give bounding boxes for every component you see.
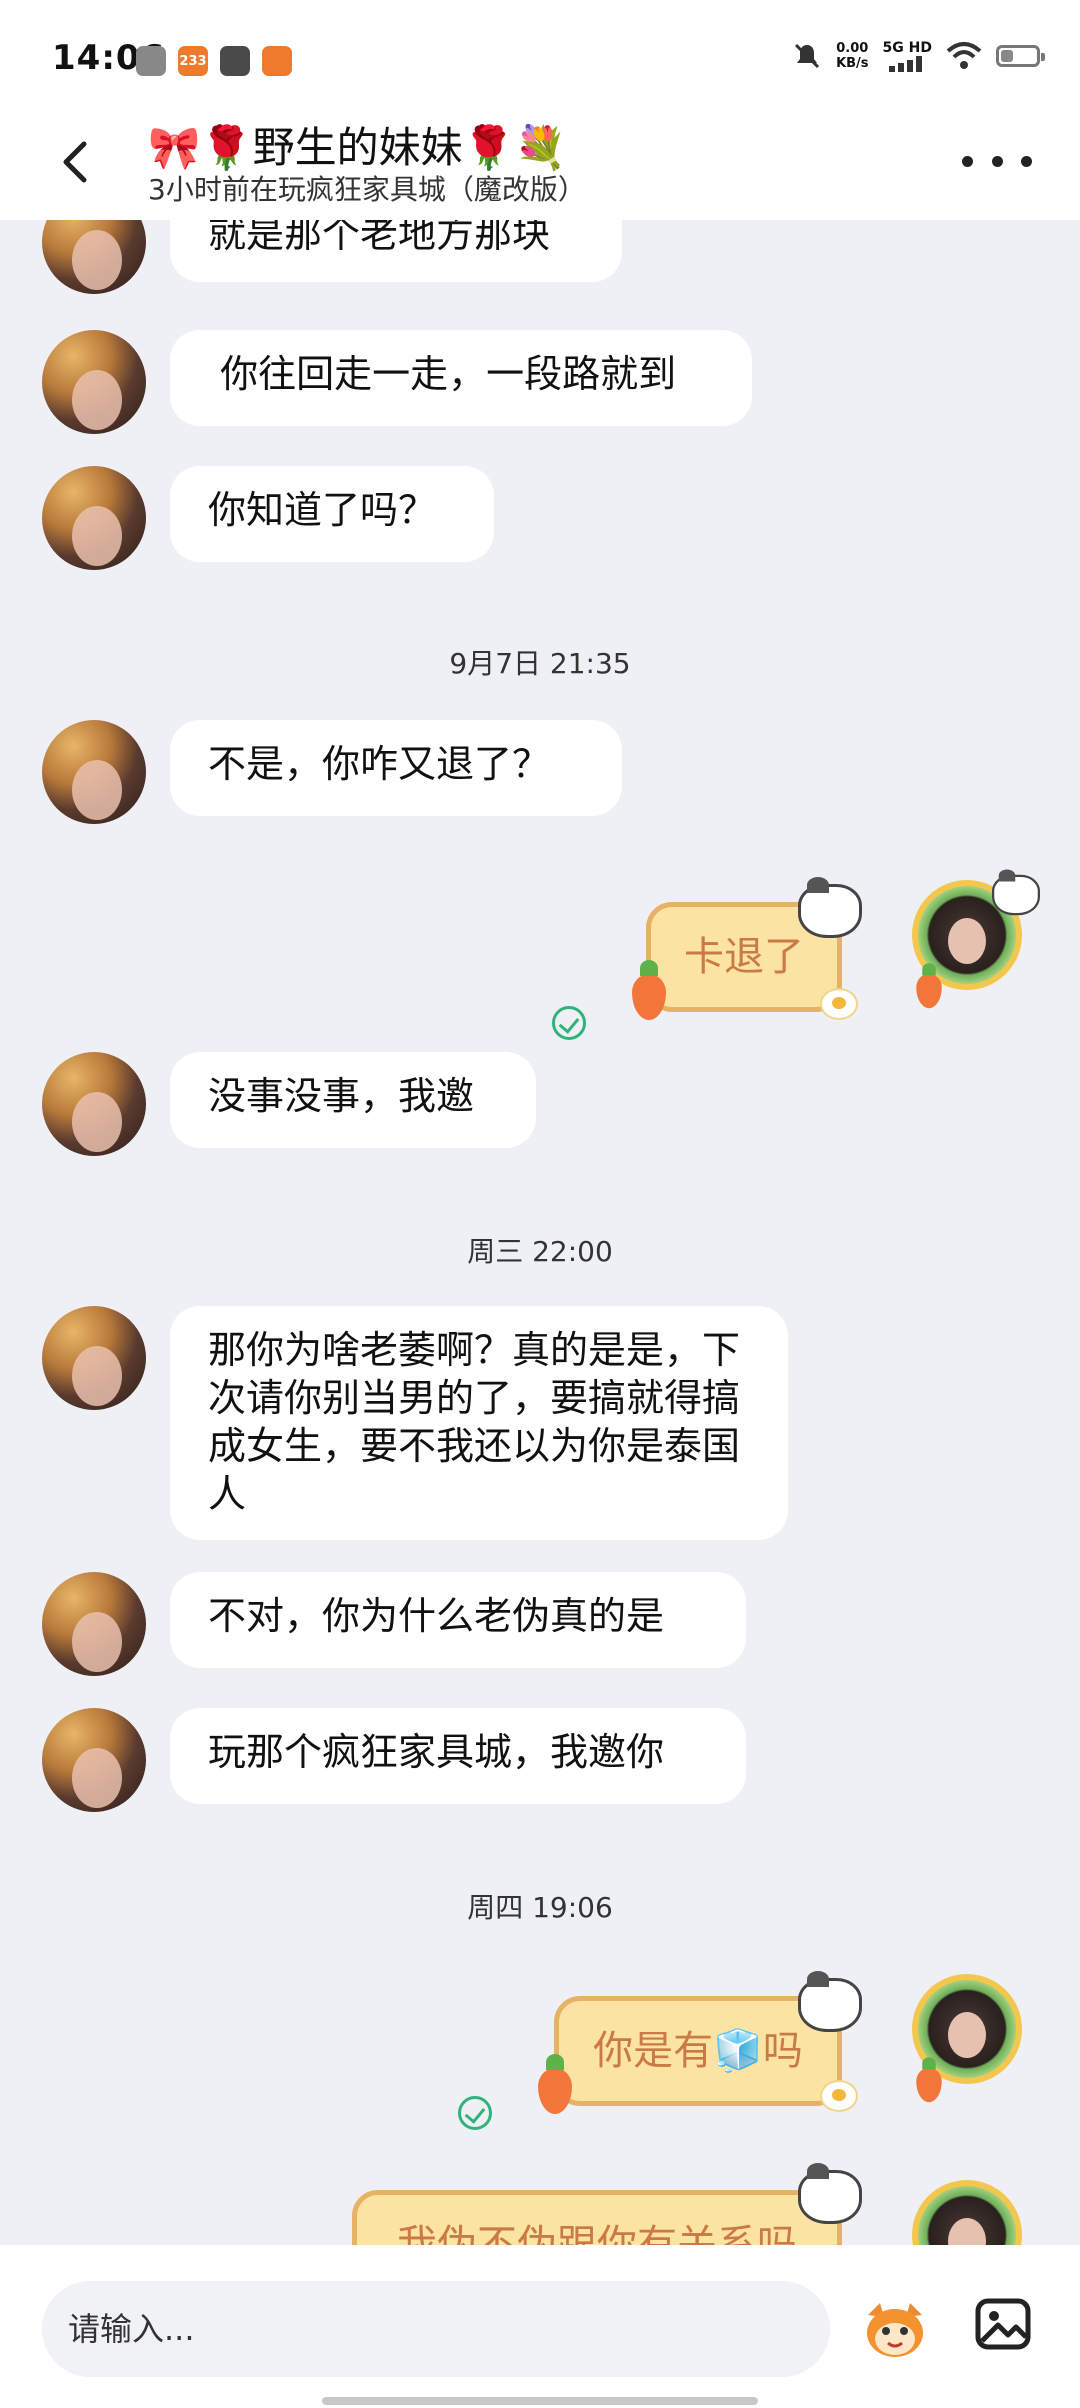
timestamp-label: 周三 22:00 [467,1235,613,1268]
carrot-icon [916,2057,942,2103]
chevron-left-icon[interactable] [48,132,108,192]
cat-sticker-icon [992,869,1040,916]
contact-avatar[interactable] [42,330,146,434]
contact-status: 3小时前在玩疯狂家具城（魔改版） [148,173,586,206]
timestamp-label: 周四 19:06 [467,1891,613,1924]
battery-cap [1041,53,1045,61]
contact-avatar[interactable] [42,220,146,294]
cat-sticker-icon [798,877,862,938]
contact-avatar[interactable] [42,1572,146,1676]
fried-egg-icon [820,2080,858,2112]
network-type: 5G HD [882,40,932,56]
read-receipt-icon [552,1006,586,1040]
app-meme-icon [262,46,292,76]
contact-avatar[interactable] [42,1306,146,1410]
cat-sticker-icon [798,2163,862,2224]
message-bubble[interactable]: 你知道了吗？ [170,466,494,562]
app-233-icon: 233 [178,46,208,76]
emoji-face-icon[interactable] [862,2295,928,2359]
read-receipt-icon [458,2096,492,2130]
message-bubble[interactable]: 不对，你为什么老伪真的是 [170,1572,746,1668]
status-bar: 14:06 233 0.00 KB/s 5G HD [0,0,1080,110]
my-avatar[interactable] [912,2180,1022,2245]
signal-icon [889,56,923,72]
app-a-icon [136,46,166,76]
message-bubble-outgoing[interactable]: 我伪不伪跟你有关系吗 [352,2190,842,2245]
status-right: 0.00 KB/s 5G HD [792,40,1045,72]
dot [962,155,973,167]
mute-icon [795,43,820,69]
carrot-icon [538,2054,572,2114]
input-bar: 请输入... [0,2245,1080,2408]
message-bubble[interactable]: 玩那个疯狂家具城，我邀你 [170,1708,746,1804]
chat-message-list[interactable]: 就是那个老地方那块 你往回走一走，一段路就到 你知道了吗？ 9月7日 21:35… [0,220,1080,2245]
status-app-icons: 233 [136,46,292,76]
contact-avatar[interactable] [42,1708,146,1812]
timestamp-label: 9月7日 21:35 [449,647,631,680]
net-speed: 0.00 KB/s [836,41,868,71]
message-bubble[interactable]: 不是，你咋又退了？ [170,720,622,816]
net-speed-value: 0.00 [836,41,869,56]
wifi-icon [946,42,982,69]
message-input[interactable]: 请输入... [42,2281,830,2377]
network-block: 5G HD [883,40,932,72]
carrot-icon [632,960,666,1020]
contact-avatar[interactable] [42,720,146,824]
fried-egg-icon [820,988,858,1020]
battery-icon [996,45,1045,67]
net-speed-unit: KB/s [836,56,869,71]
chat-header: 🎀🌹野生的妹妹🌹💐 3小时前在玩疯狂家具城（魔改版） [0,110,1080,220]
more-dots-icon[interactable] [962,146,1032,176]
message-bubble[interactable]: 那你为啥老萎啊？真的是是，下次请你别当男的了，要搞就得搞成女生，要不我还以为你是… [170,1306,788,1540]
contact-avatar[interactable] [42,466,146,570]
contact-avatar[interactable] [42,1052,146,1156]
home-indicator[interactable] [322,2397,758,2405]
cat-sticker-icon [798,1971,862,2032]
message-bubble[interactable]: 你往回走一走，一段路就到 [170,330,752,426]
message-bubble[interactable]: 就是那个老地方那块 [170,220,622,282]
dot [1021,155,1032,167]
carrot-icon [916,963,942,1009]
contact-name[interactable]: 🎀🌹野生的妹妹🌹💐 [148,114,567,175]
image-picker-icon[interactable] [972,2293,1034,2355]
battery-fill [1001,50,1013,62]
message-bubble[interactable]: 没事没事，我邀 [170,1052,536,1148]
app-bag-icon [220,46,250,76]
dot [991,155,1003,167]
